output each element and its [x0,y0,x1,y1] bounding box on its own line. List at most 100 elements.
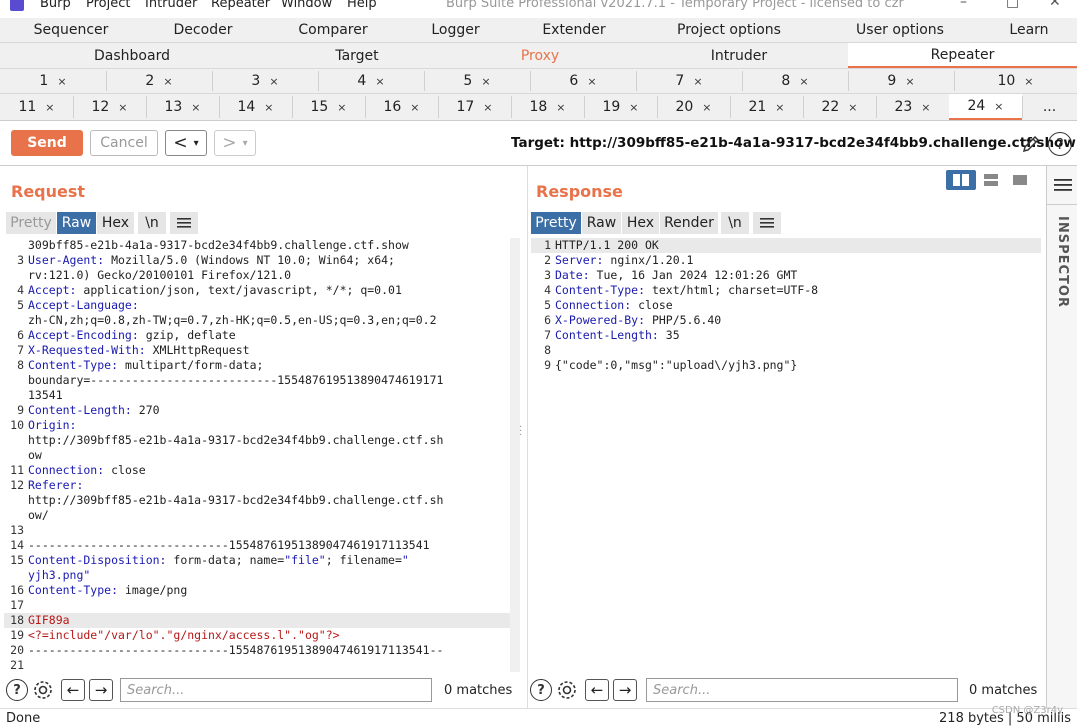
tab-extender[interactable]: Extender [509,18,639,42]
repeater-tab-17[interactable]: 17 × [438,94,511,120]
send-button[interactable]: Send [11,130,83,156]
close-tab-icon[interactable]: × [269,75,278,88]
menu-burp[interactable]: Burp [40,0,71,11]
close-tab-icon[interactable]: × [848,101,857,114]
layout-split-horizontal-icon[interactable] [946,170,976,190]
close-tab-icon[interactable]: × [775,101,784,114]
close-tab-icon[interactable]: × [118,101,127,114]
response-search-input[interactable]: Search... [646,678,958,702]
close-tab-icon[interactable]: × [587,75,596,88]
close-tab-icon[interactable]: × [1024,75,1033,88]
maximize-icon[interactable]: □ [1006,0,1019,10]
request-tab-raw[interactable]: Raw [57,212,96,234]
close-tab-icon[interactable]: × [799,75,808,88]
repeater-tab-6[interactable]: 6 × [530,69,636,93]
close-tab-icon[interactable]: × [45,101,54,114]
menu-repeater[interactable]: Repeater [211,0,270,11]
edit-target-icon[interactable] [1020,133,1042,155]
tab-intruder[interactable]: Intruder [630,43,848,68]
menu-project[interactable]: Project [86,0,130,11]
request-editor[interactable]: 309bff85-e21b-4a1a-9317-bcd2e34f4bb9.cha… [4,238,510,672]
repeater-tab-5[interactable]: 5 × [424,69,530,93]
request-search-prev-button[interactable]: ← [61,679,85,701]
repeater-tab-16[interactable]: 16 × [365,94,438,120]
close-tab-icon[interactable]: × [163,75,172,88]
help-icon[interactable]: ? [1048,132,1072,156]
close-tab-icon[interactable]: × [994,100,1003,113]
tab-learn[interactable]: Learn [981,18,1077,42]
menu-window[interactable]: Window [281,0,332,11]
repeater-tab-more[interactable]: ... [1022,94,1077,120]
request-search-next-button[interactable]: → [89,679,113,701]
splitter-handle[interactable]: · · · [519,423,522,441]
repeater-tab-18[interactable]: 18 × [511,94,584,120]
response-search-help-icon[interactable]: ? [530,679,552,701]
response-options-menu[interactable] [753,212,781,234]
tab-proxy[interactable]: Proxy [450,43,630,68]
tab-target[interactable]: Target [264,43,450,68]
tab-project-options[interactable]: Project options [639,18,819,42]
close-tab-icon[interactable]: × [693,75,702,88]
request-tab-pretty[interactable]: Pretty [6,212,56,234]
layout-split-vertical-icon[interactable] [978,170,1004,190]
close-tab-icon[interactable]: × [921,101,930,114]
request-search-settings-icon[interactable] [31,678,55,702]
tab-logger[interactable]: Logger [402,18,509,42]
tab-decoder[interactable]: Decoder [142,18,264,42]
repeater-tab-8[interactable]: 8 × [742,69,848,93]
close-tab-icon[interactable]: × [375,75,384,88]
close-window-icon[interactable]: ✕ [1049,0,1061,10]
request-scrollbar[interactable] [510,238,520,672]
repeater-tab-11[interactable]: 11 × [0,94,73,120]
back-button[interactable]: < ▾ [165,130,207,156]
response-tab-raw[interactable]: Raw [582,212,621,234]
tab-comparer[interactable]: Comparer [264,18,402,42]
close-tab-icon[interactable]: × [337,101,346,114]
repeater-tab-12[interactable]: 12 × [73,94,146,120]
response-editor[interactable]: 1 HTTP/1.1 200 OK 2 Server: nginx/1.20.1 3 Da… [531,238,1041,672]
close-tab-icon[interactable]: × [905,75,914,88]
request-options-menu[interactable] [170,212,198,234]
close-tab-icon[interactable]: × [191,101,200,114]
close-tab-icon[interactable]: × [483,101,492,114]
response-tab-hex[interactable]: Hex [622,212,659,234]
response-search-next-button[interactable]: → [613,679,637,701]
repeater-tab-20[interactable]: 20 × [657,94,730,120]
close-tab-icon[interactable]: × [264,101,273,114]
close-tab-icon[interactable]: × [702,101,711,114]
inspector-tab[interactable]: INSPECTOR [1055,216,1070,308]
repeater-tab-4[interactable]: 4 × [318,69,424,93]
response-search-prev-button[interactable]: ← [585,679,609,701]
repeater-tab-7[interactable]: 7 × [636,69,742,93]
tab-user-options[interactable]: User options [819,18,981,42]
request-tab-hex[interactable]: Hex [97,212,134,234]
repeater-tab-13[interactable]: 13 × [146,94,219,120]
repeater-tab-9[interactable]: 9 × [848,69,954,93]
request-search-help-icon[interactable]: ? [6,679,28,701]
repeater-tab-24[interactable]: 24 × [949,94,1022,120]
repeater-tab-19[interactable]: 19 × [584,94,657,120]
layout-tabs-icon[interactable] [1007,170,1033,190]
tab-sequencer[interactable]: Sequencer [0,18,142,42]
close-tab-icon[interactable]: × [556,101,565,114]
close-tab-icon[interactable]: × [481,75,490,88]
response-tab-render[interactable]: Render [660,212,718,234]
tab-repeater[interactable]: Repeater [848,43,1077,68]
cancel-button[interactable]: Cancel [90,130,158,156]
close-tab-icon[interactable]: × [410,101,419,114]
repeater-tab-14[interactable]: 14 × [219,94,292,120]
request-tab-newline[interactable]: \n [138,212,166,234]
repeater-tab-23[interactable]: 23 × [876,94,949,120]
close-tab-icon[interactable]: × [629,101,638,114]
repeater-tab-1[interactable]: 1 × [0,69,106,93]
repeater-tab-15[interactable]: 15 × [292,94,365,120]
repeater-tab-21[interactable]: 21 × [730,94,803,120]
response-search-settings-icon[interactable] [555,678,579,702]
repeater-tab-10[interactable]: 10 × [954,69,1077,93]
tab-dashboard[interactable]: Dashboard [0,43,264,68]
forward-button[interactable]: > ▾ [214,130,256,156]
response-tab-pretty[interactable]: Pretty [531,212,581,234]
response-tab-newline[interactable]: \n [721,212,749,234]
minimize-icon[interactable]: – [960,0,967,10]
menu-help[interactable]: Help [347,0,377,11]
